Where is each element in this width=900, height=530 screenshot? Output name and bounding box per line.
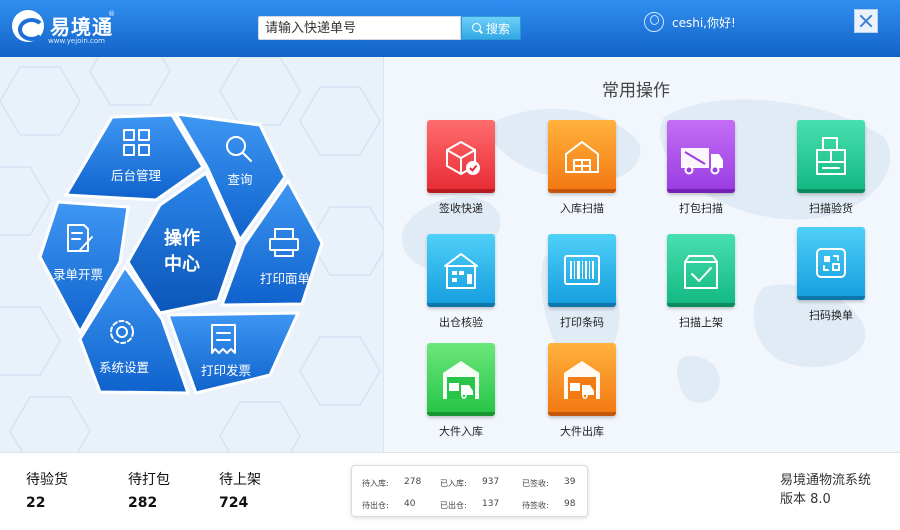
tile-label: 出仓核验 bbox=[439, 316, 483, 329]
mini-stat-label: 已入库: bbox=[440, 479, 467, 488]
box-check-icon bbox=[684, 255, 718, 289]
swap-icon bbox=[816, 248, 846, 278]
mini-stats-panel: 待入库: 278 已入库: 937 已签收: 39 待出仓: 40 已出仓: 1… bbox=[351, 465, 588, 517]
tile-label: 扫码换单 bbox=[809, 309, 853, 322]
tile-icon-box bbox=[548, 120, 616, 193]
boxes-inspect-icon bbox=[816, 137, 846, 175]
tile-label: 打印条码 bbox=[560, 316, 604, 329]
tile-bulky-inbound[interactable]: 大件入库 bbox=[427, 343, 497, 438]
tile-inbound-scan[interactable]: 入库扫描 bbox=[548, 120, 618, 215]
tile-packing-scan[interactable]: 打包扫描 bbox=[667, 120, 737, 215]
operation-center-panel: 后台管理 查询 打印面单 打印发票 系统设置 录单开票 操作 中心 bbox=[0, 57, 383, 452]
logo-registered: ® bbox=[108, 10, 115, 18]
tile-icon-box bbox=[797, 227, 865, 300]
tile-label: 大件出库 bbox=[560, 425, 604, 438]
tile-icon-box bbox=[548, 234, 616, 307]
tile-label: 入库扫描 bbox=[560, 202, 604, 215]
logo-url: www.yejoin.com bbox=[48, 37, 105, 45]
tile-label: 签收快递 bbox=[439, 202, 483, 215]
search-button-label: 搜索 bbox=[485, 21, 510, 36]
user-avatar-icon[interactable] bbox=[644, 12, 664, 32]
stat-value: 724 bbox=[219, 495, 249, 511]
top-bar: 易境通 ® www.yejoin.com 搜索 ceshi,你好! bbox=[0, 0, 900, 57]
system-name: 易境通物流系统 bbox=[780, 473, 872, 488]
barcode-icon bbox=[564, 255, 600, 285]
stat-pending-packing: 待打包 282 bbox=[128, 469, 170, 511]
stat-pending-inspection: 待验货 22 bbox=[26, 469, 68, 511]
menu-item-print-invoice[interactable]: 打印发票 bbox=[165, 311, 301, 395]
mini-stat-value: 98 bbox=[564, 499, 576, 509]
menu-item-label: 后台管理 bbox=[111, 168, 162, 183]
common-operations-panel: 常用操作 签收快递 入库扫描 打包扫描 扫描验货 出仓核验 打印条码 扫描上架 … bbox=[383, 57, 900, 452]
mini-stat-label: 待入库: bbox=[362, 479, 389, 488]
forklift-in-icon bbox=[443, 361, 479, 399]
tile-icon-box bbox=[667, 234, 735, 307]
tile-scan-shelving[interactable]: 扫描上架 bbox=[667, 234, 737, 329]
center-title-line1: 操作 bbox=[164, 227, 200, 249]
stat-label: 待上架 bbox=[219, 472, 261, 488]
tile-outbound-verify[interactable]: 出仓核验 bbox=[427, 234, 497, 329]
tile-icon-box bbox=[427, 234, 495, 307]
center-title-line2: 中心 bbox=[164, 253, 200, 275]
package-check-icon bbox=[446, 141, 480, 175]
search-button[interactable]: 搜索 bbox=[461, 16, 521, 40]
stat-value: 22 bbox=[26, 495, 46, 511]
mini-stat-value: 40 bbox=[404, 499, 416, 509]
truck-icon bbox=[681, 148, 723, 175]
mini-stat-label: 已出仓: bbox=[440, 501, 467, 510]
close-button[interactable] bbox=[854, 9, 878, 33]
menu-item-label: 系统设置 bbox=[99, 360, 149, 375]
tile-scan-swap-waybill[interactable]: 扫码换单 bbox=[797, 227, 867, 322]
tile-icon-box bbox=[427, 343, 495, 416]
brand-logo: 易境通 ® www.yejoin.com bbox=[12, 10, 122, 46]
menu-item-label: 打印发票 bbox=[201, 363, 251, 378]
tile-icon-box bbox=[548, 343, 616, 416]
tile-print-barcode[interactable]: 打印条码 bbox=[548, 234, 618, 329]
search-icon bbox=[471, 22, 483, 34]
tile-bulky-outbound[interactable]: 大件出库 bbox=[548, 343, 618, 438]
mini-stat-value: 39 bbox=[564, 477, 576, 487]
tile-icon-box bbox=[797, 120, 865, 193]
mini-stat-value: 937 bbox=[482, 477, 500, 487]
tile-icon-box bbox=[667, 120, 735, 193]
menu-item-label: 查询 bbox=[227, 172, 252, 187]
menu-item-label: 录单开票 bbox=[53, 267, 103, 282]
tile-scan-inspection[interactable]: 扫描验货 bbox=[797, 120, 867, 215]
tile-label: 大件入库 bbox=[439, 425, 483, 438]
warehouse-out-icon bbox=[444, 253, 478, 289]
tile-label: 扫描验货 bbox=[809, 202, 853, 215]
operation-hex-menu: 后台管理 查询 打印面单 打印发票 系统设置 录单开票 操作 中心 bbox=[38, 112, 324, 395]
warehouse-in-icon bbox=[565, 141, 599, 173]
user-greeting: ceshi,你好! bbox=[672, 16, 736, 30]
system-version: 版本 8.0 bbox=[780, 492, 831, 507]
mini-stat-value: 278 bbox=[404, 477, 422, 487]
stat-label: 待打包 bbox=[128, 472, 170, 488]
menu-item-label: 打印面单 bbox=[260, 271, 310, 286]
common-operations-title: 常用操作 bbox=[602, 81, 670, 101]
tile-label: 扫描上架 bbox=[679, 316, 723, 329]
stat-value: 282 bbox=[128, 495, 158, 511]
mini-stat-value: 137 bbox=[482, 499, 500, 509]
tracking-number-search-input[interactable] bbox=[258, 16, 461, 40]
stat-pending-shelving: 待上架 724 bbox=[219, 469, 261, 511]
status-footer: 待验货 22 待打包 282 待上架 724 待入库: 278 已入库: 937… bbox=[0, 452, 900, 530]
mini-stat-label: 待签收: bbox=[522, 501, 549, 510]
mini-stat-label: 待出仓: bbox=[362, 501, 389, 510]
stat-label: 待验货 bbox=[26, 472, 68, 488]
mini-stat-label: 已签收: bbox=[522, 479, 549, 488]
tile-sign-for-express[interactable]: 签收快递 bbox=[427, 120, 497, 215]
logo-text: 易境通 bbox=[50, 15, 113, 39]
forklift-out-icon bbox=[564, 361, 600, 399]
tile-label: 打包扫描 bbox=[679, 202, 723, 215]
tile-icon-box bbox=[427, 120, 495, 193]
logo-mark-icon bbox=[12, 10, 45, 42]
